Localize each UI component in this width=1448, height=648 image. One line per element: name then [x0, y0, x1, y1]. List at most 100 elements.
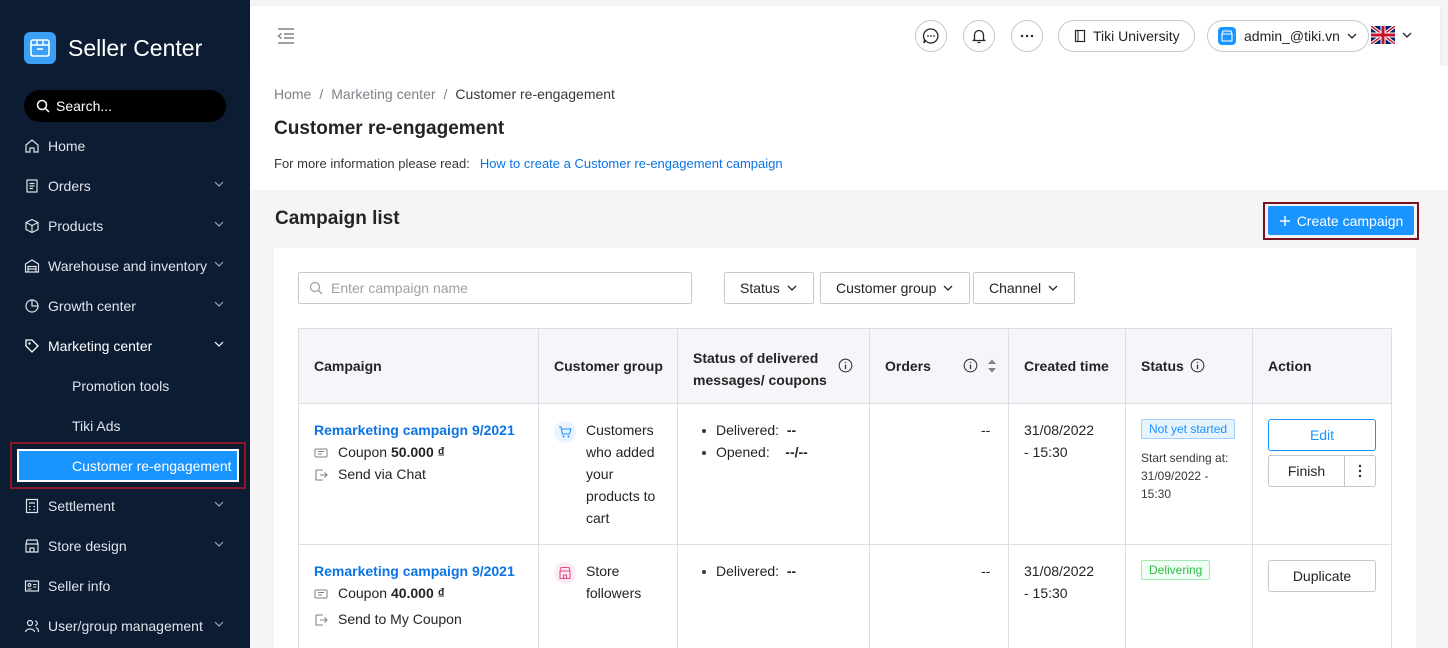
store-icon: [554, 562, 576, 584]
collapse-menu-icon[interactable]: [276, 26, 296, 49]
coupon-label: Coupon: [338, 585, 388, 601]
warehouse-icon: [24, 258, 40, 274]
orders-icon: [24, 178, 40, 194]
sidebar-search[interactable]: Search...: [24, 90, 226, 122]
sort-icon[interactable]: [987, 358, 997, 374]
edit-button[interactable]: Edit: [1268, 419, 1376, 451]
sidebar-item-warehouse[interactable]: Warehouse and inventory: [24, 254, 226, 278]
bell-icon: [971, 29, 987, 44]
language-selector[interactable]: [1371, 26, 1413, 44]
account-menu[interactable]: admin_@tiki.vn: [1207, 20, 1369, 52]
breadcrumb-marketing[interactable]: Marketing center: [331, 86, 435, 102]
channel-filter[interactable]: Channel: [973, 272, 1076, 304]
sidebar-item-label: Orders: [48, 178, 91, 194]
channel-label: Send via Chat: [338, 466, 426, 482]
chevron-down-icon: [214, 501, 224, 507]
id-card-icon: [24, 578, 40, 594]
info-line: For more information please read: How to …: [274, 156, 783, 171]
send-icon: [314, 613, 330, 627]
group-line: products to: [586, 488, 656, 504]
page-title: Customer re-engagement: [274, 118, 505, 139]
tag-icon: [24, 338, 40, 354]
sidebar-item-home[interactable]: Home: [24, 134, 226, 158]
sidebar-item-settlement[interactable]: Settlement: [24, 494, 226, 518]
help-link[interactable]: How to create a Customer re-engagement c…: [480, 156, 783, 171]
opened-line: Opened: --/--: [702, 441, 808, 463]
table-row: Remarketing campaign 9/2021 Coupon 40.00…: [314, 560, 515, 630]
ticket-icon: [314, 447, 330, 459]
info-icon[interactable]: [838, 358, 853, 373]
duplicate-button[interactable]: Duplicate: [1268, 560, 1376, 592]
tiki-university-button[interactable]: Tiki University: [1058, 20, 1195, 52]
status-filter-label: Status: [740, 280, 780, 296]
sidebar-subitem-promotion-tools[interactable]: Promotion tools: [72, 378, 169, 394]
more-button[interactable]: [1011, 20, 1043, 52]
channel-line: Send via Chat: [314, 463, 515, 485]
sidebar: Seller Center Search... Home Orders Prod…: [0, 0, 250, 648]
header-line: Status of delivered: [693, 350, 819, 366]
sidebar-item-products[interactable]: Products: [24, 214, 226, 238]
account-email: admin_@tiki.vn: [1244, 28, 1340, 44]
sidebar-subitem-tiki-ads[interactable]: Tiki Ads: [72, 418, 121, 434]
chevron-down-icon: [1048, 285, 1058, 291]
sidebar-item-label: Growth center: [48, 298, 136, 314]
bullet: [702, 451, 706, 456]
created-time: 31/08/2022 - 15:30: [1024, 560, 1094, 604]
coupon-line: Coupon 40.000 ₫: [314, 582, 515, 604]
campaign-name-link[interactable]: Remarketing campaign 9/2021: [314, 560, 515, 582]
sidebar-subitem-customer-reengagement[interactable]: Customer re-engagement: [17, 449, 239, 482]
create-campaign-button[interactable]: Create campaign: [1268, 206, 1414, 235]
coupon-line: Coupon 50.000 ₫: [314, 441, 515, 463]
chevron-down-icon: [214, 221, 224, 227]
delivered-label: Delivered:: [716, 422, 780, 438]
more-actions-button[interactable]: [1344, 455, 1376, 487]
store-icon: [24, 538, 40, 554]
table-row: Remarketing campaign 9/2021 Coupon 50.00…: [314, 419, 515, 485]
brand-title: Seller Center: [68, 34, 203, 61]
info-icon[interactable]: [963, 358, 978, 373]
home-icon: [24, 138, 40, 154]
campaign-name-link[interactable]: Remarketing campaign 9/2021: [314, 419, 515, 441]
book-icon: [1074, 29, 1086, 43]
created-date: 31/08/2022: [1024, 422, 1095, 438]
uk-flag-icon: [1371, 26, 1395, 44]
column-divider: [538, 328, 539, 648]
column-divider: [1252, 328, 1253, 648]
sidebar-item-store-design[interactable]: Store design: [24, 534, 226, 558]
brand[interactable]: Seller Center: [24, 32, 202, 64]
created-hour: - 15:30: [1024, 444, 1068, 460]
sidebar-item-seller-info[interactable]: Seller info: [24, 574, 226, 598]
sidebar-item-growth[interactable]: Growth center: [24, 294, 226, 318]
channel-line: Send to My Coupon: [314, 608, 515, 630]
info-icon[interactable]: [1190, 358, 1205, 373]
created-time: 31/08/2022 - 15:30: [1024, 419, 1094, 463]
chat-icon: [922, 28, 939, 44]
sidebar-item-orders[interactable]: Orders: [24, 174, 226, 198]
campaign-search[interactable]: [298, 272, 692, 304]
column-divider: [1125, 328, 1126, 648]
delivered-value: --: [786, 422, 797, 438]
group-line: who added: [586, 444, 655, 460]
chat-button[interactable]: [915, 20, 947, 52]
cart-icon: [554, 421, 576, 443]
sidebar-item-label: User/group management: [48, 618, 203, 634]
status-filter[interactable]: Status: [724, 272, 814, 304]
notifications-button[interactable]: [963, 20, 995, 52]
group-line: your: [586, 466, 614, 482]
sidebar-item-user-group[interactable]: User/group management: [24, 614, 226, 638]
delivery-status: Delivered: -- Opened: --/--: [702, 419, 808, 463]
customer-group-filter[interactable]: Customer group: [820, 272, 971, 304]
sidebar-item-label: Warehouse and inventory: [48, 258, 208, 274]
chevron-down-icon: [214, 621, 224, 627]
breadcrumb-home[interactable]: Home: [274, 86, 311, 102]
campaign-search-input[interactable]: [331, 280, 671, 296]
row-divider: [298, 544, 1392, 545]
group-line: followers: [586, 585, 642, 601]
vertical-dots-icon: [1358, 464, 1362, 478]
finish-button[interactable]: Finish: [1268, 455, 1345, 487]
sidebar-item-marketing[interactable]: Marketing center: [24, 334, 226, 358]
chevron-down-icon: [787, 285, 797, 291]
chevron-down-icon: [214, 541, 224, 547]
sidebar-item-label: Products: [48, 218, 104, 234]
calculator-icon: [24, 498, 40, 514]
